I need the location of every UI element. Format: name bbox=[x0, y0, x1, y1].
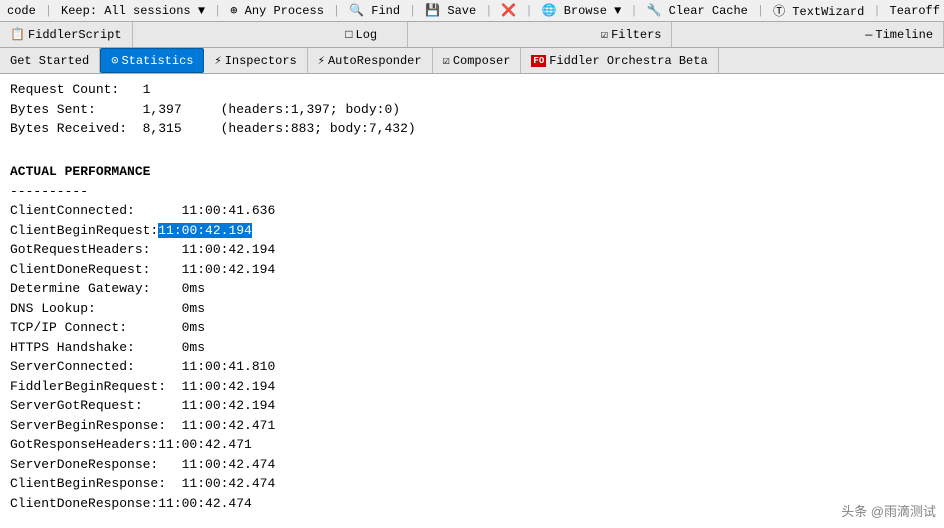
autoresponder-icon: ⚡ bbox=[318, 53, 325, 68]
toolbar-find[interactable]: 🔍 Find bbox=[346, 2, 403, 19]
stat-request-count: Request Count: 1 bbox=[10, 80, 934, 100]
tab-composer[interactable]: ☑ Composer bbox=[433, 48, 522, 73]
main-toolbar: code | Keep: All sessions ▼ | ⊕ Any Proc… bbox=[0, 0, 944, 22]
stat-determine-gateway: Determine Gateway: 0ms bbox=[10, 279, 934, 299]
stat-client-done-response: ClientDoneResponse:11:00:42.474 bbox=[10, 494, 934, 514]
tab-autoresponder[interactable]: ⚡ AutoResponder bbox=[308, 48, 433, 73]
stat-got-response-headers: GotResponseHeaders:11:00:42.471 bbox=[10, 435, 934, 455]
tab-statistics-label: Statistics bbox=[121, 54, 193, 68]
tab-log[interactable]: □ Log bbox=[315, 22, 408, 47]
toolbar-keep-sessions[interactable]: Keep: All sessions ▼ bbox=[58, 3, 208, 19]
statistics-content: Request Count: 1 Bytes Sent: 1,397 (head… bbox=[0, 74, 944, 528]
toolbar-code[interactable]: code bbox=[4, 3, 39, 19]
stat-client-begin-response: ClientBeginResponse: 11:00:42.474 bbox=[10, 474, 934, 494]
toolbar-clear-cache[interactable]: 🔧 Clear Cache bbox=[644, 2, 751, 19]
fiddlerscript-icon: 📋 bbox=[10, 27, 25, 42]
stat-server-done-response: ServerDoneResponse: 11:00:42.474 bbox=[10, 455, 934, 475]
stat-actual-perf-header: ACTUAL PERFORMANCE bbox=[10, 162, 934, 182]
toolbar-browse[interactable]: 🌐 Browse ▼ bbox=[539, 2, 625, 19]
toolbar-tearoff[interactable]: Tearoff bbox=[887, 3, 943, 19]
fiddler-orchestra-icon: FO bbox=[531, 55, 546, 67]
stat-divider-1: ---------- bbox=[10, 182, 934, 202]
filters-icon: ☑ bbox=[601, 27, 608, 42]
tab-statistics[interactable]: ⊙ Statistics bbox=[100, 48, 204, 73]
tab-fiddlerscript[interactable]: 📋 FiddlerScript bbox=[0, 22, 133, 47]
stat-server-begin-response: ServerBeginResponse: 11:00:42.471 bbox=[10, 416, 934, 436]
toolbar-x[interactable]: ❌ bbox=[498, 2, 519, 19]
tab-filters[interactable]: ☑ Filters bbox=[591, 22, 673, 47]
timeline-icon: — bbox=[865, 28, 872, 42]
stat-client-done-request: ClientDoneRequest: 11:00:42.194 bbox=[10, 260, 934, 280]
stat-got-request-headers: GotRequestHeaders: 11:00:42.194 bbox=[10, 240, 934, 260]
stat-client-connected: ClientConnected: 11:00:41.636 bbox=[10, 201, 934, 221]
toolbar-textwizard[interactable]: Ⓣ TextWizard bbox=[770, 1, 867, 20]
toolbar-save[interactable]: 💾 Save bbox=[422, 2, 479, 19]
tab-filters-label: Filters bbox=[611, 28, 661, 42]
tab-inspectors[interactable]: ⚡ Inspectors bbox=[204, 48, 307, 73]
tab-inspectors-label: Inspectors bbox=[225, 54, 297, 68]
stat-server-connected: ServerConnected: 11:00:41.810 bbox=[10, 357, 934, 377]
toolbar-any-process[interactable]: ⊕ Any Process bbox=[227, 2, 327, 19]
statistics-icon: ⊙ bbox=[111, 53, 118, 68]
stat-blank-1 bbox=[10, 139, 934, 159]
tab-get-started-label: Get Started bbox=[10, 54, 89, 68]
stat-dns-lookup: DNS Lookup: 0ms bbox=[10, 299, 934, 319]
stat-client-begin-request: ClientBeginRequest:11:00:42.194 bbox=[10, 221, 934, 241]
tab-composer-label: Composer bbox=[453, 54, 511, 68]
content-area: Request Count: 1 Bytes Sent: 1,397 (head… bbox=[0, 74, 944, 528]
composer-icon: ☑ bbox=[443, 53, 450, 68]
inspectors-icon: ⚡ bbox=[214, 53, 221, 68]
watermark: 头条 @雨滴测试 bbox=[841, 501, 936, 520]
stat-bytes-sent: Bytes Sent: 1,397 (headers:1,397; body:0… bbox=[10, 100, 934, 120]
tab-fiddler-orchestra-label: Fiddler Orchestra Beta bbox=[549, 54, 707, 68]
stat-https-handshake: HTTPS Handshake: 0ms bbox=[10, 338, 934, 358]
stat-fiddler-begin-request: FiddlerBeginRequest: 11:00:42.194 bbox=[10, 377, 934, 397]
stat-blank-2 bbox=[10, 513, 934, 528]
tab-timeline-label: Timeline bbox=[875, 28, 933, 42]
log-icon: □ bbox=[345, 28, 352, 42]
tab-row-1: 📋 FiddlerScript □ Log ☑ Filters — Timeli… bbox=[0, 22, 944, 48]
stat-client-begin-request-value: 11:00:42.194 bbox=[158, 223, 252, 238]
tab-get-started[interactable]: Get Started bbox=[0, 48, 100, 73]
stat-server-got-request: ServerGotRequest: 11:00:42.194 bbox=[10, 396, 934, 416]
stat-tcp-connect: TCP/IP Connect: 0ms bbox=[10, 318, 934, 338]
tab-fiddler-orchestra[interactable]: FO Fiddler Orchestra Beta bbox=[521, 48, 718, 73]
tab-autoresponder-label: AutoResponder bbox=[328, 54, 422, 68]
tab-fiddlerscript-label: FiddlerScript bbox=[28, 28, 122, 42]
stat-bytes-received: Bytes Received: 8,315 (headers:883; body… bbox=[10, 119, 934, 139]
tab-row-2: Get Started ⊙ Statistics ⚡ Inspectors ⚡ … bbox=[0, 48, 944, 74]
tab-log-label: Log bbox=[356, 28, 378, 42]
tab-timeline[interactable]: — Timeline bbox=[855, 22, 944, 47]
